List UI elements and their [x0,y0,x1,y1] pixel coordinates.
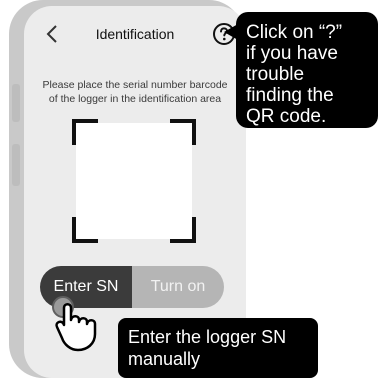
scan-corner [72,217,98,243]
enter-sn-callout: Enter the logger SN manually [118,318,318,378]
scan-corner [72,119,98,145]
instruction-text: Please place the serial number barcode o… [28,78,242,106]
hand-pointer-icon [55,303,97,352]
instruction-line: Please place the serial number barcode [42,79,228,91]
scan-corner [170,217,196,243]
help-callout: Click on “?” if you have trouble finding… [236,12,378,128]
turn-on-button[interactable]: Turn on [132,266,224,308]
scan-corner [170,119,196,145]
phone-side-button [12,144,20,186]
enter-sn-callout-text: Enter the logger SN manually [128,327,287,369]
phone-side-button [12,84,20,122]
help-callout-text: Click on “?” if you have trouble finding… [246,22,343,127]
scan-area [72,119,196,243]
instruction-line: of the logger in the identification area [48,93,222,105]
